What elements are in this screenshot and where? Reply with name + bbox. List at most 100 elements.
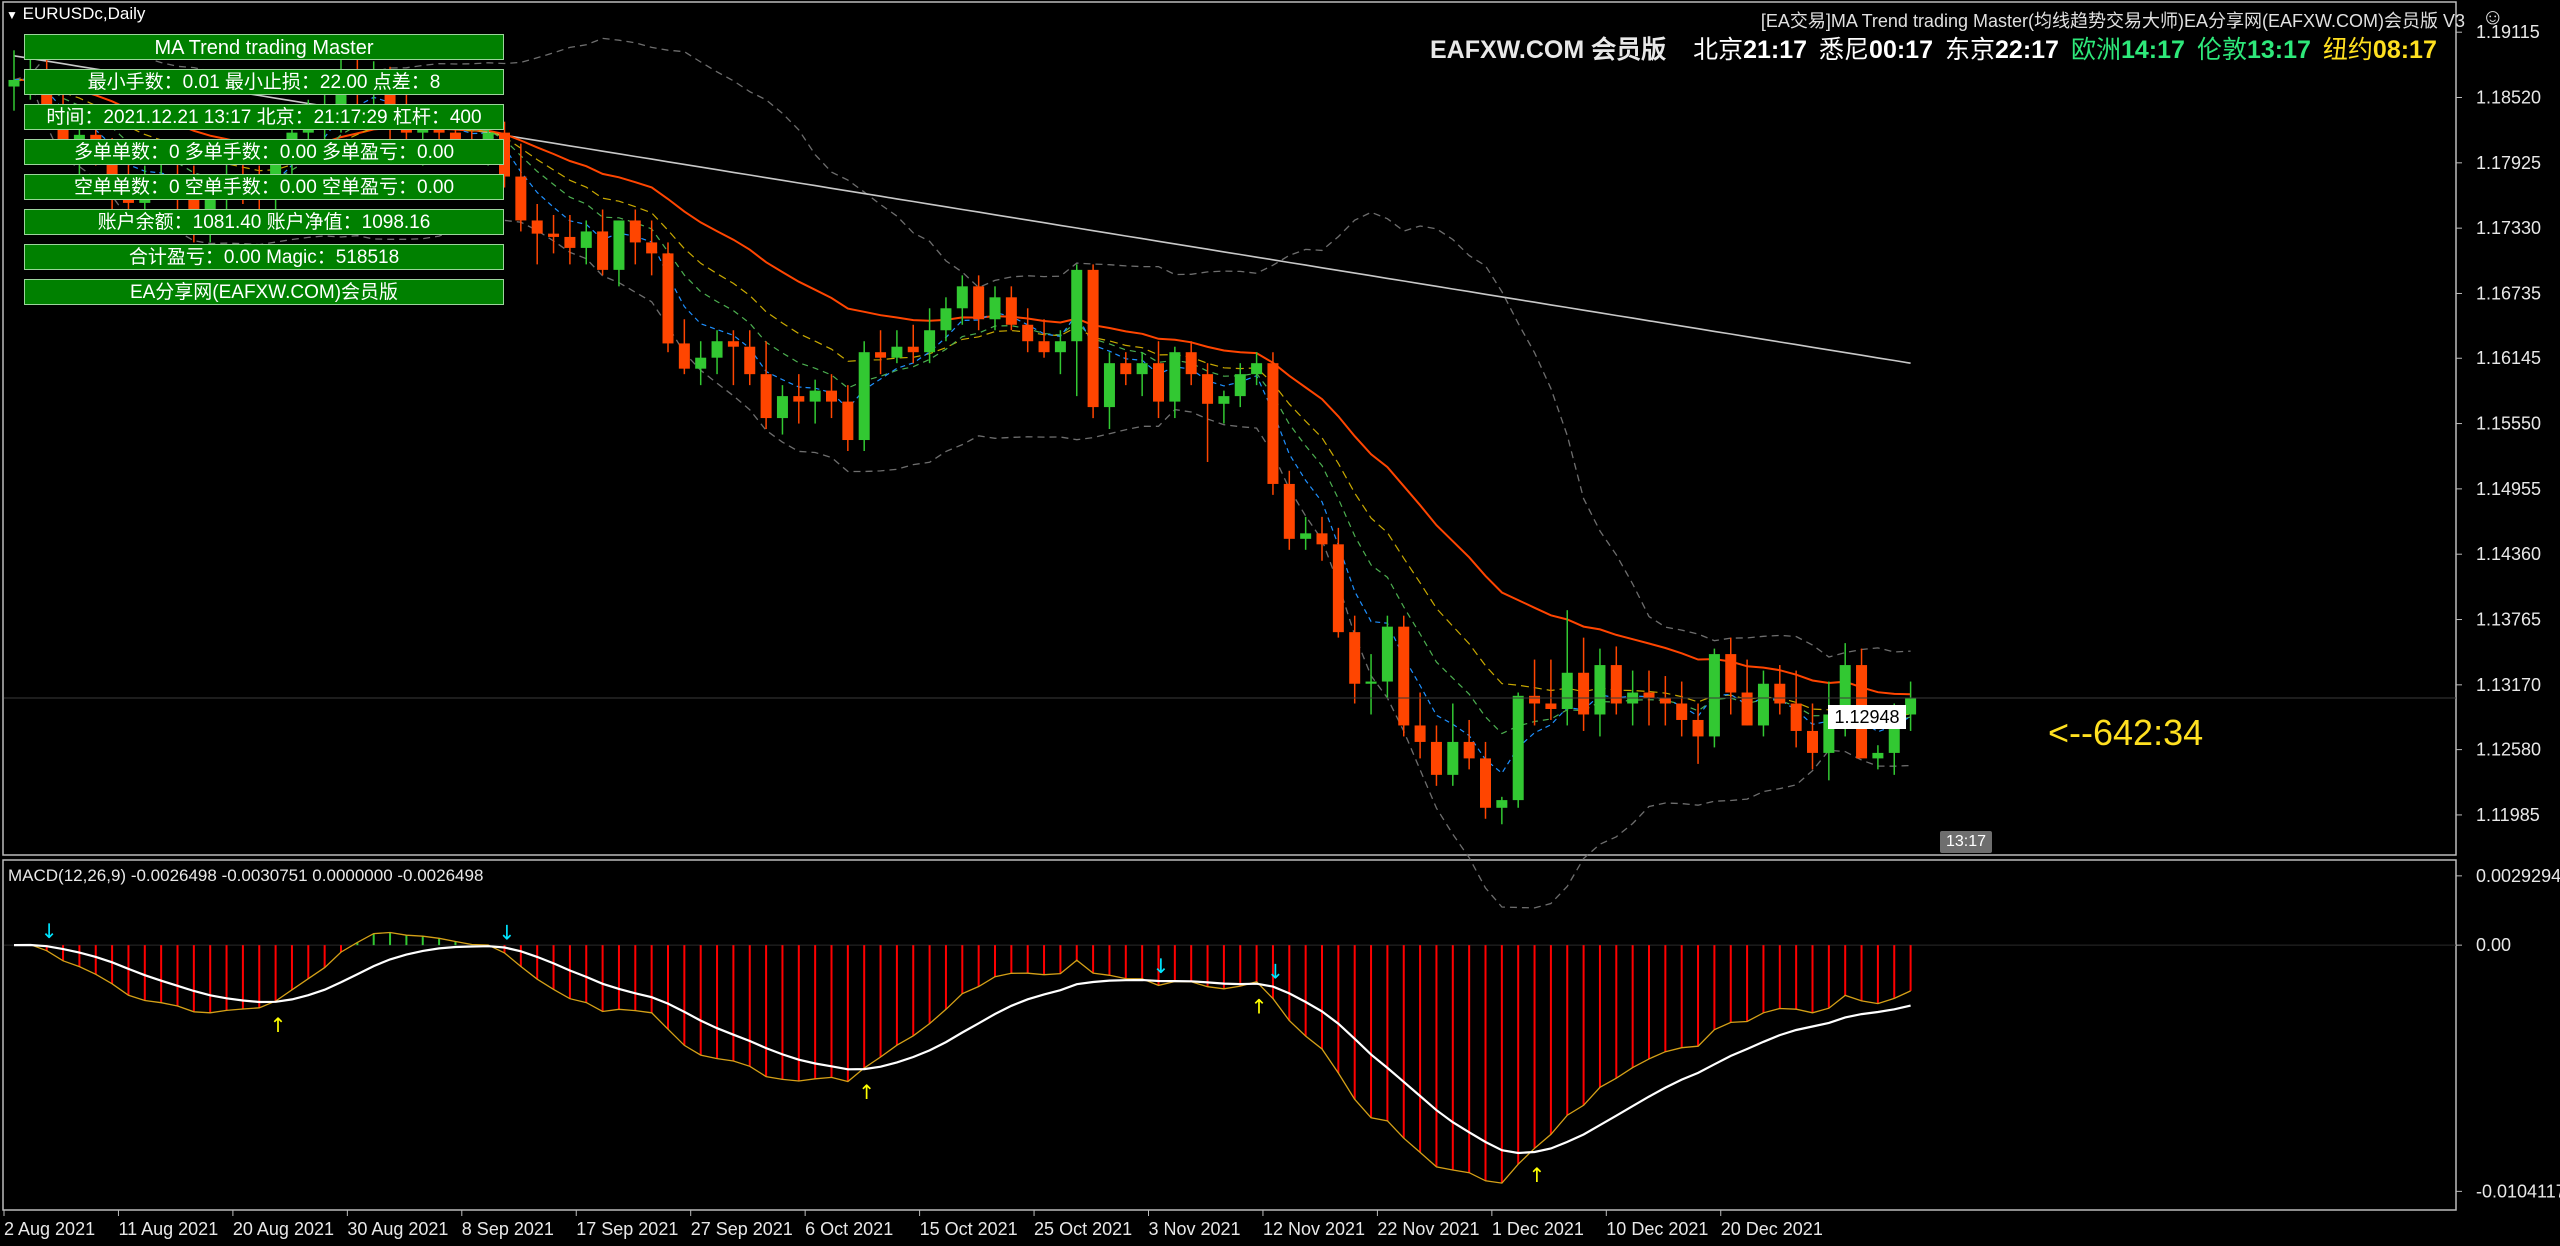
time-tick-label: 8 Sep 2021 (462, 1219, 554, 1239)
candle-body (1283, 483, 1295, 539)
time-tick-label: 25 Oct 2021 (1034, 1219, 1132, 1239)
candle-body (1529, 695, 1541, 704)
price-tick-label: 1.11985 (2476, 805, 2540, 825)
candle-body (1463, 741, 1475, 759)
candle-body (826, 390, 837, 402)
candle-body (1218, 396, 1230, 404)
time-tick-label: 3 Nov 2021 (1149, 1219, 1241, 1239)
candle-body (924, 330, 936, 353)
candle-body (1381, 626, 1393, 682)
panel-row-time: 时间：2021.12.21 13:17 北京：21:17:29 杠杆：400 (24, 104, 504, 130)
time-tick-label: 20 Aug 2021 (233, 1219, 334, 1239)
candle-body (1022, 324, 1034, 342)
panel-row-total-pl: 合计盈亏：0.00 Magic：518518 (24, 244, 504, 270)
sell-arrow-icon: ↓ (41, 919, 58, 943)
candle-body (1774, 683, 1786, 704)
candle-body (760, 374, 772, 419)
candle-body (793, 396, 805, 402)
candle-body (907, 346, 919, 353)
smiley-icon[interactable]: ☺ (2482, 4, 2504, 30)
time-tick-label: 17 Sep 2021 (576, 1219, 678, 1239)
candle-body (580, 231, 592, 248)
candle-body (8, 79, 20, 87)
sell-arrow-icon: ↓ (499, 921, 516, 945)
candle-body (1430, 741, 1442, 775)
candle-body (1594, 665, 1606, 715)
price-tick-label: 1.17925 (2476, 153, 2541, 173)
time-tick-label: 30 Aug 2021 (347, 1219, 448, 1239)
candle-body (1757, 683, 1769, 726)
candle-body (1676, 703, 1688, 720)
candle-body (1038, 341, 1050, 353)
edition-label: EAFXW.COM 会员版 (1430, 36, 1667, 64)
candle-body (1692, 719, 1704, 737)
candle-body (1234, 374, 1246, 397)
session-0: 北京21:17 (1693, 36, 1807, 64)
panel-row-balance: 账户余额：1081.40 账户净值：1098.16 (24, 209, 504, 235)
buy-arrow-icon: ↑ (270, 1013, 287, 1037)
candle-body (1561, 672, 1573, 709)
macd-tick-label: 0.00 (2476, 935, 2511, 955)
session-city: 伦敦 (2196, 36, 2247, 64)
candle-body (727, 341, 739, 347)
candle-body (1332, 544, 1344, 633)
candle-body (1365, 681, 1377, 684)
dropdown-triangle-icon[interactable]: ▼ (6, 8, 18, 22)
session-time: 21:17 (1743, 36, 1808, 64)
symbol-label[interactable]: ▼ EURUSDc,Daily (6, 4, 145, 24)
time-tick-label: 10 Dec 2021 (1606, 1219, 1708, 1239)
sell-arrow-icon: ↓ (1267, 960, 1284, 984)
candle-body (875, 352, 887, 358)
countdown-label: <--642:34 (2048, 712, 2204, 753)
price-tick-label: 1.13765 (2476, 610, 2541, 630)
candle-body (744, 346, 756, 375)
session-time: 22:17 (1995, 36, 2059, 64)
candle-body (1496, 800, 1508, 808)
candle-body (1741, 692, 1753, 726)
time-tick-label: 2 Aug 2021 (4, 1219, 95, 1239)
sell-arrow-icon: ↓ (1153, 954, 1170, 978)
panel-row-min-lot: 最小手数：0.01 最小止损：22.00 点差：8 (24, 69, 504, 95)
buy-arrow-icon: ↑ (1529, 1163, 1546, 1187)
candle-body (973, 286, 985, 320)
panel-row-long: 多单单数：0 多单手数：0.00 多单盈亏：0.00 (24, 139, 504, 165)
candle-body (1202, 374, 1214, 404)
candle-body (858, 352, 870, 441)
session-city: 悉尼 (1819, 36, 1870, 64)
candle-body (695, 357, 707, 369)
candle-body (989, 297, 1001, 320)
session-time: 00:17 (1869, 36, 1933, 64)
candle-body (1185, 352, 1197, 375)
price-tick-label: 1.13170 (2476, 675, 2541, 695)
session-4: 伦敦13:17 (2197, 36, 2311, 64)
candle-body (1807, 730, 1818, 753)
time-tag: 13:17 (1940, 831, 1992, 853)
candle-body (1725, 654, 1737, 693)
session-city: 欧洲 (2070, 36, 2121, 64)
candle-body (1480, 758, 1491, 808)
candle-body (1103, 363, 1115, 408)
candle-body (1120, 363, 1132, 375)
candle-body (776, 396, 788, 419)
candle-body (564, 236, 576, 248)
candle-body (1153, 363, 1164, 402)
time-tick-label: 15 Oct 2021 (920, 1219, 1018, 1239)
panel-row-site: EA分享网(EAFXW.COM)会员版 (24, 279, 504, 305)
candle-body (1054, 341, 1066, 353)
candle-body (1398, 626, 1410, 726)
candle-body (1512, 695, 1524, 801)
candle-body (1872, 752, 1884, 759)
time-tick-label: 11 Aug 2021 (118, 1219, 218, 1239)
candle-body (1267, 363, 1279, 484)
candle-body (548, 233, 560, 237)
session-2: 东京22:17 (1945, 36, 2059, 64)
sessions-bar: EAFXW.COM 会员版 北京21:17 悉尼00:17 东京22:17 欧洲14:… (1430, 30, 2449, 66)
candle-body (1545, 703, 1557, 709)
macd-tick-label: 0.0029294 (2476, 866, 2560, 886)
candle-body (646, 242, 658, 254)
candle-body (809, 390, 821, 402)
price-tick-label: 1.16735 (2476, 283, 2541, 303)
time-tick-label: 27 Sep 2021 (691, 1219, 793, 1239)
candle-body (1708, 654, 1720, 737)
candle-body (613, 220, 625, 270)
